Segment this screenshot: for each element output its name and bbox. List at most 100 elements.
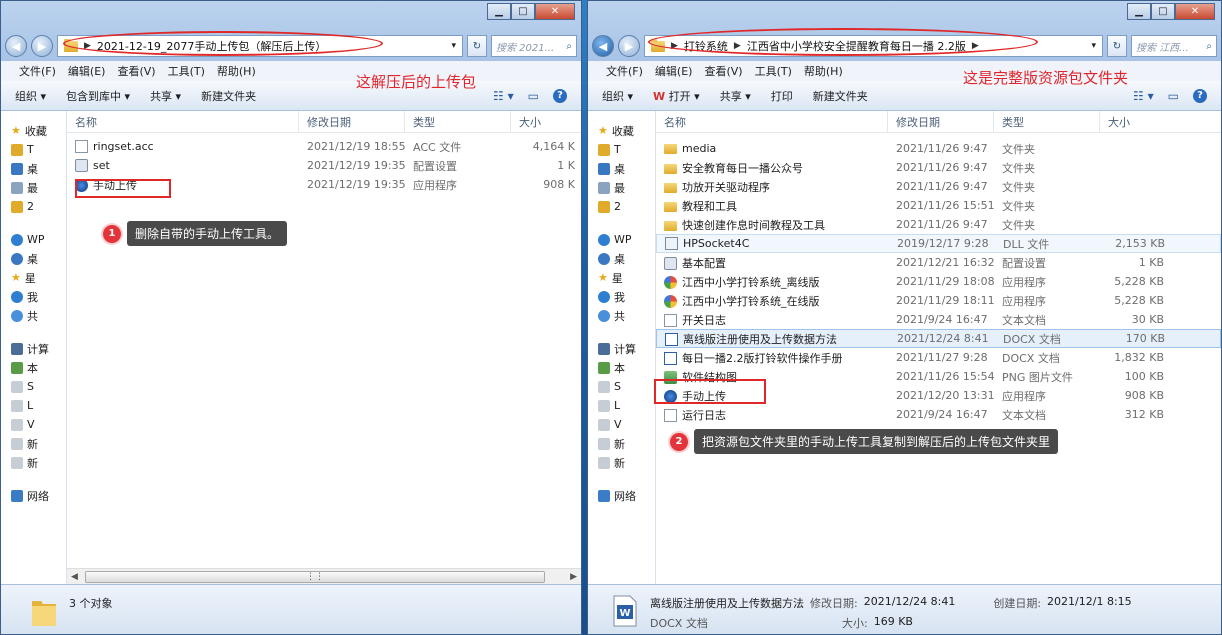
- forward-button[interactable]: ▶: [31, 35, 53, 57]
- scroll-left-icon[interactable]: ◀: [71, 572, 78, 582]
- nav-item[interactable]: 本: [1, 358, 66, 377]
- folder-row[interactable]: 快速创建作息时间教程及工具 2021/11/26 9:47 文件夹: [656, 215, 1221, 234]
- open-button[interactable]: W 打开 ▾: [653, 88, 700, 104]
- nav-item[interactable]: ★ 星: [1, 268, 66, 287]
- nav-item[interactable]: 我: [1, 287, 66, 306]
- col-type[interactable]: 类型: [405, 110, 511, 133]
- share-button[interactable]: 共享 ▾: [150, 88, 181, 104]
- nav-item[interactable]: 桌: [588, 249, 655, 268]
- folder-row[interactable]: 安全教育每日一播公众号 2021/11/26 9:47 文件夹: [656, 158, 1221, 177]
- nav-item[interactable]: 2: [588, 197, 655, 216]
- nav-item[interactable]: 共: [588, 306, 655, 325]
- menu-edit[interactable]: 编辑(E): [655, 63, 693, 79]
- minimize-button[interactable]: ▁: [487, 3, 511, 20]
- nav-item[interactable]: 2: [1, 197, 66, 216]
- nav-item[interactable]: 新: [588, 453, 655, 472]
- preview-pane-icon[interactable]: ▭: [528, 89, 539, 103]
- nav-computer[interactable]: 计算: [1, 339, 66, 358]
- back-button[interactable]: ◀: [592, 35, 614, 57]
- file-row[interactable]: 江西中小学打铃系统_在线版 2021/11/29 18:11 应用程序 5,228 K…: [656, 291, 1221, 310]
- nav-network[interactable]: 网络: [1, 486, 66, 505]
- scroll-right-icon[interactable]: ▶: [570, 572, 577, 582]
- file-row[interactable]: set 2021/12/19 19:35 配置设置 1 K: [67, 156, 581, 175]
- menu-tools[interactable]: 工具(T): [168, 63, 205, 79]
- col-size[interactable]: 大小: [511, 111, 581, 133]
- file-row[interactable]: 每日一播2.2版打铃软件操作手册 2021/11/27 9:28 DOCX 文档 1,…: [656, 348, 1221, 367]
- folder-row[interactable]: media 2021/11/26 9:47 文件夹: [656, 139, 1221, 158]
- maximize-button[interactable]: □: [511, 3, 535, 20]
- nav-favorites[interactable]: ★ 收藏: [1, 121, 66, 140]
- nav-network[interactable]: 网络: [588, 486, 655, 505]
- nav-item[interactable]: ★ 星: [588, 268, 655, 287]
- help-icon[interactable]: ?: [553, 88, 567, 103]
- nav-item[interactable]: S: [1, 377, 66, 396]
- refresh-button[interactable]: ↻: [467, 35, 487, 57]
- nav-item[interactable]: T: [588, 140, 655, 159]
- nav-item[interactable]: 桌: [1, 249, 66, 268]
- nav-item[interactable]: 我: [588, 287, 655, 306]
- refresh-button[interactable]: ↻: [1107, 35, 1127, 57]
- nav-favorites[interactable]: ★ 收藏: [588, 121, 655, 140]
- col-size[interactable]: 大小: [1100, 111, 1170, 133]
- scroll-thumb[interactable]: ⋮⋮: [85, 570, 545, 583]
- menu-help[interactable]: 帮助(H): [804, 63, 843, 79]
- preview-pane-icon[interactable]: ▭: [1168, 89, 1179, 103]
- menu-view[interactable]: 查看(V): [117, 63, 155, 79]
- close-button[interactable]: ✕: [535, 3, 575, 20]
- right-search-input[interactable]: 搜索 江西... ⌕: [1131, 35, 1217, 57]
- file-row[interactable]: 基本配置 2021/12/21 16:32 配置设置 1 KB: [656, 253, 1221, 272]
- forward-button[interactable]: ▶: [618, 35, 640, 57]
- view-options-icon[interactable]: ☷ ▾: [1133, 89, 1154, 103]
- address-dropdown-icon[interactable]: ▾: [451, 41, 456, 51]
- organize-button[interactable]: 组织 ▾: [15, 88, 46, 104]
- nav-item[interactable]: T: [1, 140, 66, 159]
- maximize-button[interactable]: □: [1151, 3, 1175, 20]
- menu-edit[interactable]: 编辑(E): [68, 63, 106, 79]
- menu-file[interactable]: 文件(F): [606, 63, 643, 79]
- nav-item[interactable]: L: [1, 396, 66, 415]
- nav-item[interactable]: 最: [588, 178, 655, 197]
- nav-item[interactable]: L: [588, 396, 655, 415]
- col-type[interactable]: 类型: [994, 110, 1100, 133]
- share-button[interactable]: 共享 ▾: [720, 88, 751, 104]
- address-dropdown-icon[interactable]: ▾: [1091, 41, 1096, 51]
- back-button[interactable]: ◀: [5, 35, 27, 57]
- col-name[interactable]: 名称: [656, 110, 888, 133]
- nav-item[interactable]: 最: [1, 178, 66, 197]
- nav-item[interactable]: 本: [588, 358, 655, 377]
- col-name[interactable]: 名称: [67, 110, 299, 133]
- left-search-input[interactable]: 搜索 2021... ⌕: [491, 35, 577, 57]
- view-options-icon[interactable]: ☷ ▾: [493, 89, 514, 103]
- minimize-button[interactable]: ▁: [1127, 3, 1151, 20]
- menu-view[interactable]: 查看(V): [704, 63, 742, 79]
- file-row[interactable]: HPSocket4C 2019/12/17 9:28 DLL 文件 2,153 KB: [656, 234, 1221, 253]
- print-button[interactable]: 打印: [771, 88, 793, 104]
- nav-item[interactable]: V: [1, 415, 66, 434]
- nav-item[interactable]: WP: [1, 230, 66, 249]
- nav-item[interactable]: 共: [1, 306, 66, 325]
- nav-item[interactable]: V: [588, 415, 655, 434]
- menu-tools[interactable]: 工具(T): [755, 63, 792, 79]
- col-date[interactable]: 修改日期: [888, 110, 994, 133]
- file-row[interactable]: 开关日志 2021/9/24 16:47 文本文档 30 KB: [656, 310, 1221, 329]
- nav-item[interactable]: 新: [588, 434, 655, 453]
- new-folder-button[interactable]: 新建文件夹: [201, 88, 256, 104]
- nav-item[interactable]: WP: [588, 230, 655, 249]
- organize-button[interactable]: 组织 ▾: [602, 88, 633, 104]
- nav-computer[interactable]: 计算: [588, 339, 655, 358]
- file-row[interactable]: 运行日志 2021/9/24 16:47 文本文档 312 KB: [656, 405, 1221, 424]
- menu-help[interactable]: 帮助(H): [217, 63, 256, 79]
- nav-item[interactable]: 新: [1, 453, 66, 472]
- col-date[interactable]: 修改日期: [299, 110, 405, 133]
- new-folder-button[interactable]: 新建文件夹: [813, 88, 868, 104]
- menu-file[interactable]: 文件(F): [19, 63, 56, 79]
- folder-row[interactable]: 教程和工具 2021/11/26 15:51 文件夹: [656, 196, 1221, 215]
- file-row[interactable]: 江西中小学打铃系统_离线版 2021/11/29 18:08 应用程序 5,228 K…: [656, 272, 1221, 291]
- close-button[interactable]: ✕: [1175, 3, 1215, 20]
- include-in-library-button[interactable]: 包含到库中 ▾: [66, 88, 130, 104]
- nav-item[interactable]: S: [588, 377, 655, 396]
- folder-row[interactable]: 功放开关驱动程序 2021/11/26 9:47 文件夹: [656, 177, 1221, 196]
- horizontal-scrollbar[interactable]: ◀ ⋮⋮ ▶: [67, 568, 581, 584]
- nav-item[interactable]: 桌: [588, 159, 655, 178]
- nav-item[interactable]: 桌: [1, 159, 66, 178]
